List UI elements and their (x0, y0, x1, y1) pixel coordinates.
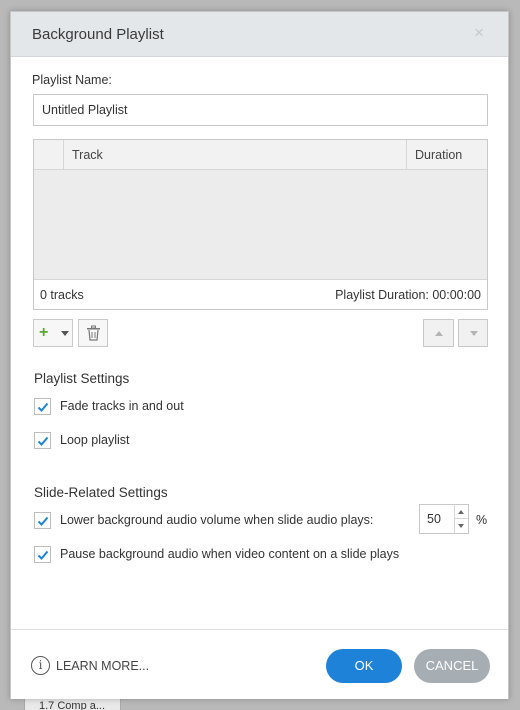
stepper-divider (455, 518, 468, 519)
plus-icon: + (39, 324, 49, 341)
track-table-header: Track Duration (34, 140, 487, 170)
checkmark-icon (37, 402, 49, 412)
pause-audio-checkbox[interactable] (34, 546, 51, 563)
slide-settings-title: Slide-Related Settings (34, 485, 168, 500)
delete-track-button[interactable] (78, 319, 108, 347)
add-track-button[interactable]: + (33, 319, 73, 347)
pause-audio-label: Pause background audio when video conten… (60, 547, 400, 561)
checkmark-icon (37, 516, 49, 526)
close-icon[interactable]: × (474, 24, 484, 41)
column-separator (406, 140, 407, 169)
volume-value[interactable]: 50 (427, 512, 441, 526)
arrow-up-icon (435, 331, 443, 336)
move-up-button[interactable] (423, 319, 454, 347)
volume-stepper-arrows[interactable] (454, 505, 468, 533)
dialog-titlebar: Background Playlist × (11, 12, 508, 57)
move-down-button[interactable] (458, 319, 488, 347)
select-column-header (34, 140, 64, 169)
track-table[interactable]: Track Duration 0 tracks Playlist Duratio… (33, 139, 488, 310)
fade-tracks-label: Fade tracks in and out (60, 399, 184, 413)
track-count: 0 tracks (40, 288, 84, 302)
playlist-settings-title: Playlist Settings (34, 371, 130, 386)
fade-tracks-checkbox[interactable] (34, 398, 51, 415)
dialog-footer: i LEARN MORE... OK CANCEL (11, 629, 508, 699)
loop-playlist-checkbox[interactable] (34, 432, 51, 449)
stepper-up-icon[interactable] (458, 510, 464, 514)
ok-button[interactable]: OK (326, 649, 402, 683)
checkmark-icon (37, 436, 49, 446)
stepper-down-icon[interactable] (458, 524, 464, 528)
background-slide-tab-label: 1.7 Comp a... (39, 700, 106, 710)
info-icon: i (31, 656, 50, 675)
background-playlist-dialog: Background Playlist × Playlist Name: Tra… (10, 11, 509, 699)
loop-playlist-label: Loop playlist (60, 433, 130, 447)
chevron-down-icon (61, 331, 69, 336)
volume-unit: % (476, 513, 488, 527)
cancel-button[interactable]: CANCEL (414, 649, 490, 683)
checkmark-icon (37, 550, 49, 560)
track-list[interactable] (34, 170, 487, 279)
playlist-name-input[interactable] (33, 94, 488, 126)
arrow-down-icon (470, 331, 478, 336)
lower-volume-label: Lower background audio volume when slide… (60, 513, 374, 527)
trash-icon (87, 325, 100, 341)
dialog-title: Background Playlist (32, 26, 164, 43)
duration-column-header[interactable]: Duration (415, 148, 462, 162)
track-table-footer: 0 tracks Playlist Duration: 00:00:00 (34, 279, 487, 309)
volume-stepper[interactable]: 50 (419, 504, 469, 534)
track-column-header[interactable]: Track (72, 148, 103, 162)
playlist-name-label: Playlist Name: (32, 73, 112, 87)
playlist-duration: Playlist Duration: 00:00:00 (335, 288, 481, 302)
learn-more-label: LEARN MORE... (56, 659, 150, 673)
lower-volume-checkbox[interactable] (34, 512, 51, 529)
